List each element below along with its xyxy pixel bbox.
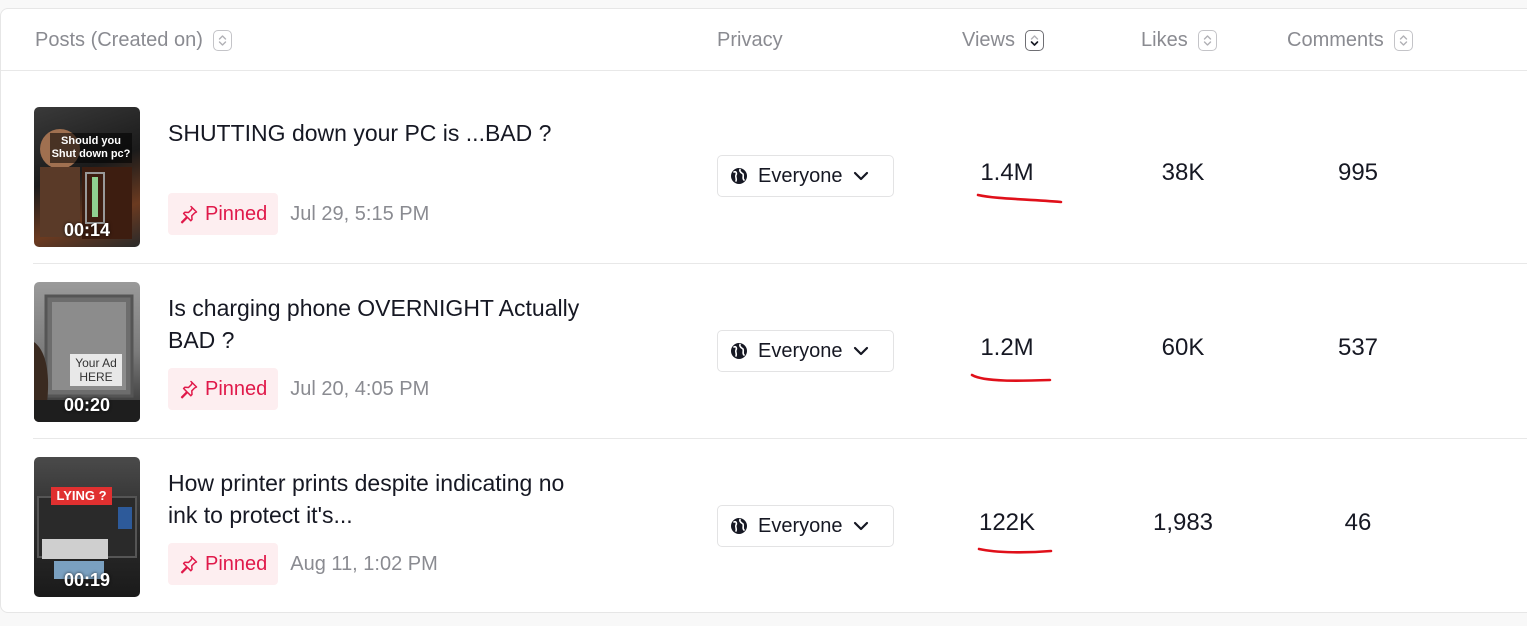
pin-icon [180, 205, 198, 224]
post-meta: Pinned Jul 29, 5:15 PM [168, 193, 429, 235]
post-date: Aug 11, 1:02 PM [290, 552, 438, 575]
pinned-label: Pinned [205, 552, 268, 575]
table-row[interactable]: Your Ad HERE 00:20 Is charging phone OVE… [1, 246, 1527, 439]
post-date: Jul 20, 4:05 PM [290, 377, 430, 400]
likes-count: 38K [1161, 159, 1205, 186]
sort-icon[interactable] [1393, 29, 1413, 51]
sort-descending-icon[interactable] [1025, 29, 1044, 51]
pinned-badge: Pinned [168, 368, 279, 410]
chevron-down-icon [853, 521, 868, 531]
globe-icon [731, 168, 747, 184]
video-thumbnail[interactable]: Your Ad HERE 00:20 [34, 282, 140, 422]
thumbnail-caption: Should you Shut down pc? [50, 133, 132, 163]
post-meta: Pinned Aug 11, 1:02 PM [168, 543, 438, 585]
video-duration: 00:19 [63, 570, 111, 590]
red-underline-annotation [976, 193, 1063, 204]
pinned-label: Pinned [205, 377, 268, 400]
video-thumbnail[interactable]: LYING ? 00:19 [34, 457, 140, 597]
video-thumbnail[interactable]: Should you Shut down pc? 00:14 [34, 107, 140, 247]
privacy-value: Everyone [758, 339, 843, 362]
views-column-header[interactable]: Views [962, 27, 1044, 53]
views-column-label: Views [962, 28, 1015, 51]
post-title[interactable]: SHUTTING down your PC is ...BAD ? [168, 117, 588, 149]
pin-icon [180, 380, 198, 399]
table-row[interactable]: Should you Shut down pc? 00:14 SHUTTING … [1, 71, 1527, 264]
privacy-value: Everyone [758, 164, 843, 187]
pinned-badge: Pinned [168, 543, 279, 585]
views-count: 1.4M [980, 159, 1034, 186]
video-duration: 00:20 [63, 395, 111, 415]
privacy-column-label: Privacy [717, 28, 783, 51]
views-count: 122K [978, 509, 1036, 536]
globe-icon [731, 343, 747, 359]
pinned-badge: Pinned [168, 193, 279, 235]
chevron-down-icon [853, 346, 868, 356]
likes-count: 1,983 [1152, 509, 1214, 536]
thumbnail-caption: Your Ad HERE [70, 354, 122, 386]
likes-count: 60K [1161, 334, 1205, 361]
post-title[interactable]: Is charging phone OVERNIGHT Actually BAD… [168, 292, 588, 356]
comments-count: 537 [1337, 334, 1379, 361]
globe-icon [731, 518, 747, 534]
privacy-dropdown[interactable]: Everyone [717, 330, 894, 372]
privacy-column-header: Privacy [717, 27, 783, 53]
views-count: 1.2M [980, 334, 1034, 361]
sort-icon[interactable] [212, 29, 232, 51]
post-title[interactable]: How printer prints despite indicating no… [168, 467, 588, 531]
likes-column-label: Likes [1141, 28, 1188, 51]
pinned-label: Pinned [205, 202, 268, 225]
comments-column-label: Comments [1287, 28, 1384, 51]
post-date: Jul 29, 5:15 PM [290, 202, 430, 225]
video-duration: 00:14 [63, 220, 111, 240]
posts-table: Posts (Created on) Privacy Views Likes C… [0, 8, 1527, 613]
posts-column-header[interactable]: Posts (Created on) [35, 27, 232, 53]
privacy-dropdown[interactable]: Everyone [717, 155, 894, 197]
chevron-down-icon [853, 171, 868, 181]
comments-column-header[interactable]: Comments [1287, 27, 1413, 53]
pin-icon [180, 555, 198, 574]
thumbnail-caption: LYING ? [51, 487, 112, 505]
comments-count: 995 [1337, 159, 1379, 186]
likes-column-header[interactable]: Likes [1141, 27, 1217, 53]
table-header: Posts (Created on) Privacy Views Likes C… [1, 9, 1527, 71]
red-underline-annotation [977, 547, 1053, 554]
privacy-value: Everyone [758, 514, 843, 537]
sort-icon[interactable] [1197, 29, 1217, 51]
table-row[interactable]: LYING ? 00:19 How printer prints despite… [1, 421, 1527, 597]
comments-count: 46 [1344, 509, 1372, 536]
privacy-dropdown[interactable]: Everyone [717, 505, 894, 547]
posts-column-label: Posts (Created on) [35, 28, 203, 51]
post-meta: Pinned Jul 20, 4:05 PM [168, 368, 429, 410]
red-underline-annotation [970, 373, 1052, 383]
